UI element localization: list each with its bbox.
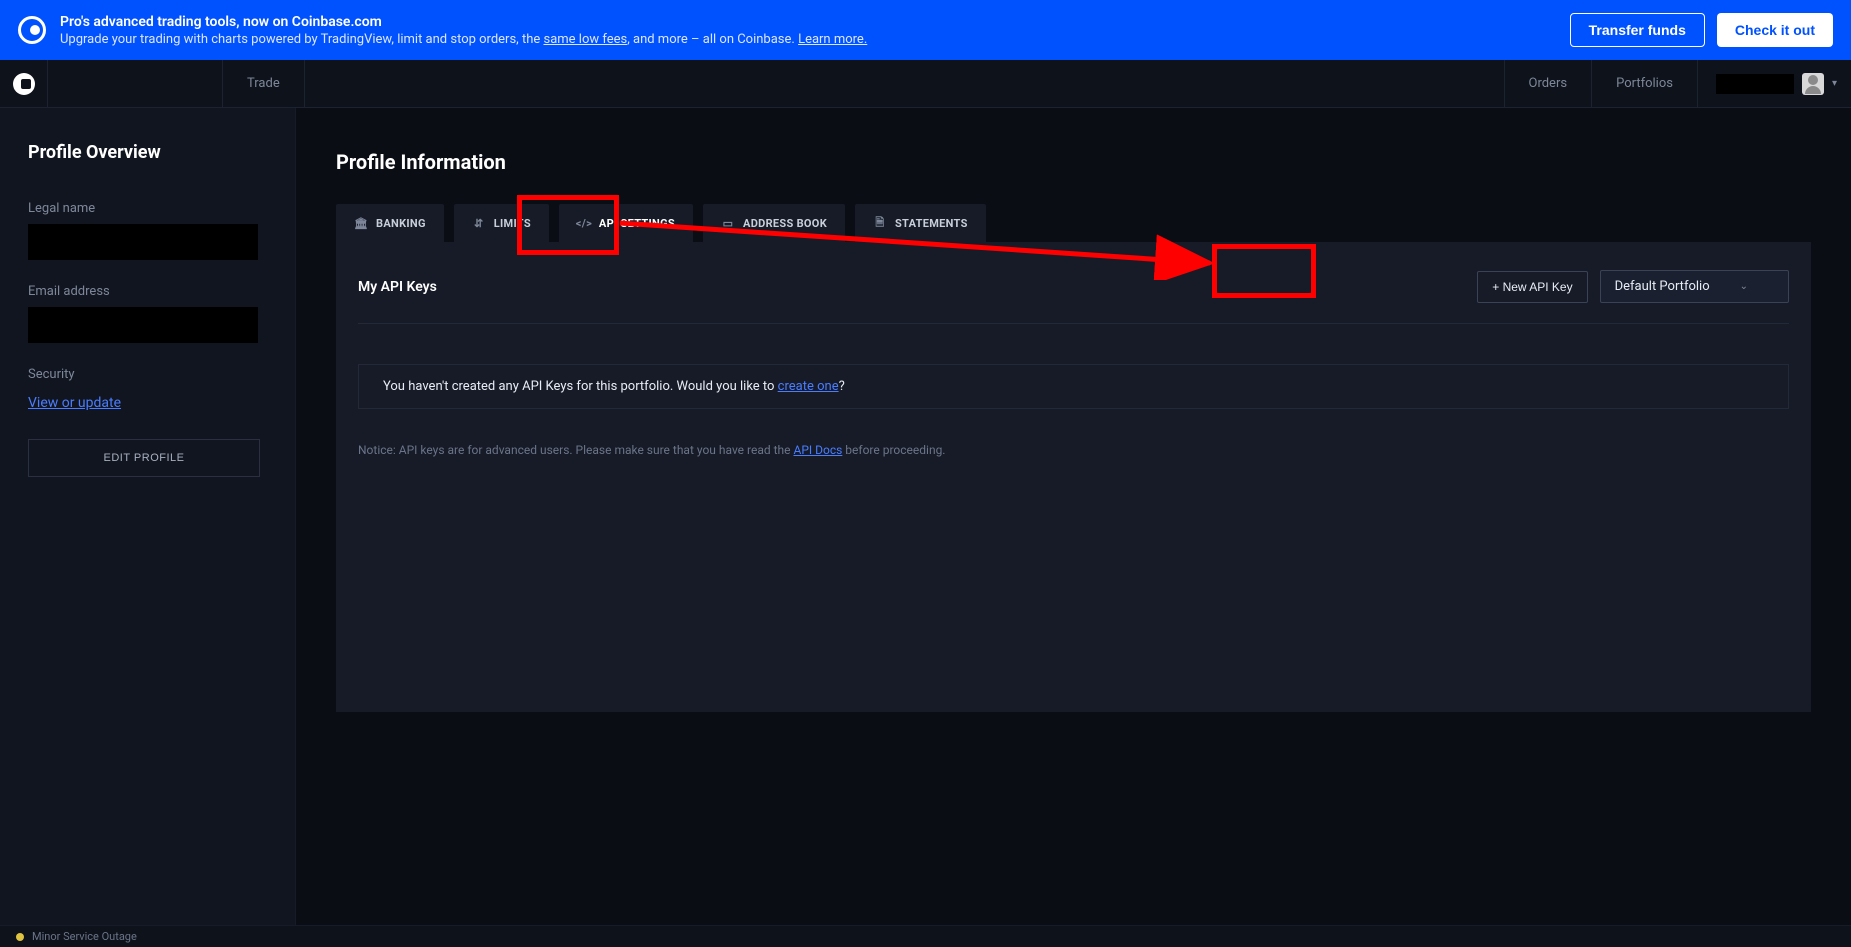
logo[interactable] xyxy=(0,60,48,108)
nav-trade[interactable]: Trade xyxy=(223,60,305,108)
nav-orders[interactable]: Orders xyxy=(1504,60,1592,108)
bank-icon: 🏛 xyxy=(354,216,368,230)
same-low-fees-link[interactable]: same low fees xyxy=(543,32,627,47)
top-nav: Trade Orders Portfolios ▾ xyxy=(0,60,1851,108)
transfer-funds-button[interactable]: Transfer funds xyxy=(1570,13,1705,47)
tab-banking[interactable]: 🏛 BANKING xyxy=(336,204,444,242)
create-one-link[interactable]: create one xyxy=(778,379,839,394)
status-indicator-icon xyxy=(16,933,24,941)
legal-name-label: Legal name xyxy=(28,201,267,216)
empty-text-post: ? xyxy=(839,379,845,394)
limits-icon: ⇵ xyxy=(472,216,486,230)
tab-address-book[interactable]: ▭ ADDRESS BOOK xyxy=(703,204,845,242)
main-content: Profile Information 🏛 BANKING ⇵ LIMITS <… xyxy=(296,108,1851,925)
portfolio-dropdown[interactable]: Default Portfolio ⌄ xyxy=(1600,270,1789,303)
api-notice: Notice: API keys are for advanced users.… xyxy=(358,443,1789,457)
empty-text-pre: You haven't created any API Keys for thi… xyxy=(383,379,778,394)
empty-state-message: You haven't created any API Keys for thi… xyxy=(358,364,1789,409)
notice-text-post: before proceeding. xyxy=(842,443,945,457)
banner-title: Pro's advanced trading tools, now on Coi… xyxy=(60,14,867,30)
banner-subtitle: Upgrade your trading with charts powered… xyxy=(60,32,867,47)
tab-statements[interactable]: 🗎 STATEMENTS xyxy=(855,204,986,242)
avatar-icon xyxy=(1802,73,1824,95)
tab-banking-label: BANKING xyxy=(376,217,426,230)
promo-banner: Pro's advanced trading tools, now on Coi… xyxy=(0,0,1851,60)
status-bar: Minor Service Outage xyxy=(0,925,1851,947)
banner-sub-text: Upgrade your trading with charts powered… xyxy=(60,32,543,47)
learn-more-link[interactable]: Learn more. xyxy=(798,32,867,47)
code-icon: </> xyxy=(577,216,591,230)
tab-address-label: ADDRESS BOOK xyxy=(743,217,827,230)
nav-portfolios[interactable]: Portfolios xyxy=(1591,60,1697,108)
address-book-icon: ▭ xyxy=(721,216,735,230)
user-menu[interactable]: ▾ xyxy=(1697,60,1851,108)
sidebar: Profile Overview Legal name Email addres… xyxy=(0,108,296,925)
status-text: Minor Service Outage xyxy=(32,930,137,943)
email-value-redacted xyxy=(28,307,258,343)
portfolio-selected-label: Default Portfolio xyxy=(1615,279,1710,294)
api-docs-link[interactable]: API Docs xyxy=(793,443,842,457)
legal-name-value-redacted xyxy=(28,224,258,260)
profile-tabs: 🏛 BANKING ⇵ LIMITS </> API SETTINGS ▭ AD… xyxy=(336,204,1811,242)
chevron-down-icon: ▾ xyxy=(1832,78,1837,89)
tab-api-label: API SETTINGS xyxy=(599,217,675,230)
security-view-update-link[interactable]: View or update xyxy=(28,395,121,411)
panel-title: My API Keys xyxy=(358,279,437,295)
api-keys-panel: My API Keys + New API Key Default Portfo… xyxy=(336,242,1811,712)
coinbase-c-icon xyxy=(13,73,35,95)
check-it-out-button[interactable]: Check it out xyxy=(1717,13,1833,47)
tab-limits[interactable]: ⇵ LIMITS xyxy=(454,204,549,242)
document-icon: 🗎 xyxy=(873,216,887,230)
banner-sub-text2: , and more – all on Coinbase. xyxy=(627,32,798,47)
username-redacted xyxy=(1716,74,1794,94)
new-api-key-button[interactable]: + New API Key xyxy=(1477,271,1587,303)
page-title: Profile Information xyxy=(336,150,1811,174)
chevron-down-icon: ⌄ xyxy=(1740,281,1748,292)
notice-text-pre: Notice: API keys are for advanced users.… xyxy=(358,443,793,457)
sidebar-heading: Profile Overview xyxy=(28,142,267,163)
tab-statements-label: STATEMENTS xyxy=(895,217,968,230)
coinbase-logo-icon xyxy=(18,16,46,44)
edit-profile-button[interactable]: EDIT PROFILE xyxy=(28,439,260,477)
tab-api-settings[interactable]: </> API SETTINGS xyxy=(559,204,693,242)
security-label: Security xyxy=(28,367,267,382)
email-label: Email address xyxy=(28,284,267,299)
tab-limits-label: LIMITS xyxy=(494,217,531,230)
